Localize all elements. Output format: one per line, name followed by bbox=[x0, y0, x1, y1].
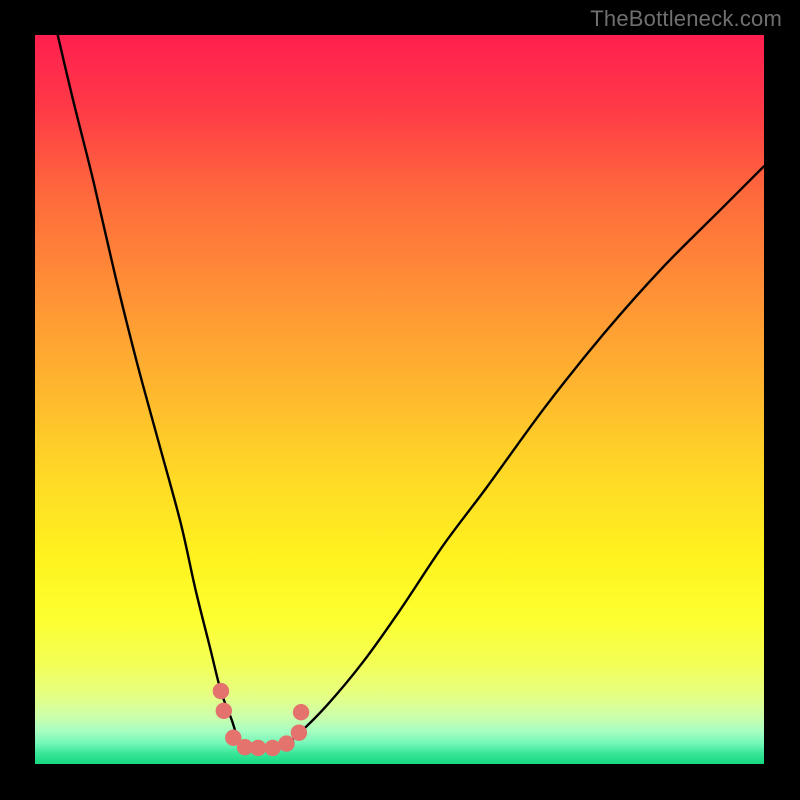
bottleneck-curve bbox=[35, 35, 764, 748]
curve-marker bbox=[278, 735, 294, 751]
curve-marker bbox=[213, 683, 229, 699]
curve-marker bbox=[291, 724, 307, 740]
curve-markers bbox=[213, 683, 310, 756]
curve-marker bbox=[293, 704, 309, 720]
watermark-text: TheBottleneck.com bbox=[590, 6, 782, 32]
curve-marker bbox=[216, 703, 232, 719]
chart-frame: TheBottleneck.com bbox=[0, 0, 800, 800]
curve-layer bbox=[35, 35, 764, 764]
curve-marker bbox=[250, 740, 266, 756]
curve-marker bbox=[264, 740, 280, 756]
plot-area bbox=[35, 35, 764, 764]
